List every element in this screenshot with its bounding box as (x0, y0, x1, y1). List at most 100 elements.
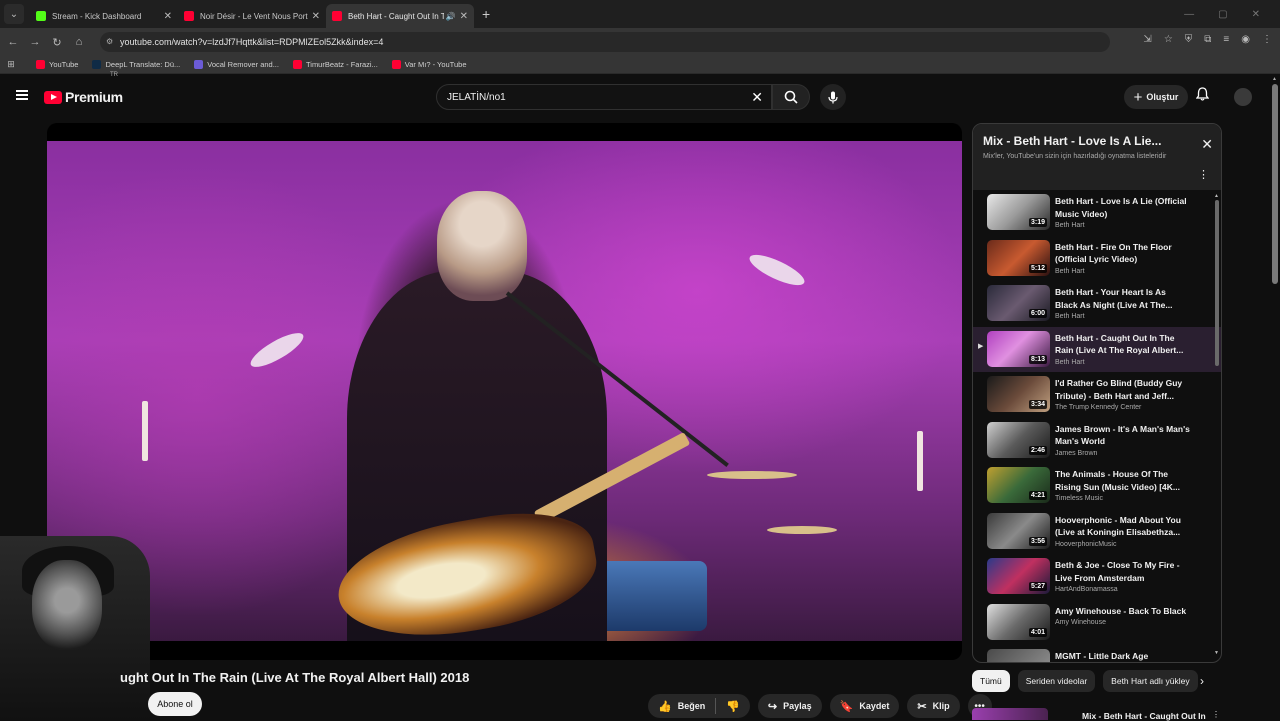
page-scrollbar[interactable] (1272, 84, 1278, 284)
bookmark-star-icon[interactable]: ☆ (1164, 34, 1173, 45)
search-input[interactable]: JELATİN/no1 ✕ (436, 84, 772, 110)
playlist-thumbnail[interactable]: 3:34 (987, 376, 1050, 412)
search-icon (784, 90, 798, 104)
page-scroll-up-icon[interactable]: ▲ (1272, 76, 1277, 82)
plus-icon: + (1133, 88, 1143, 106)
duration-badge: 5:27 (1028, 582, 1047, 591)
playlist-scrollbar[interactable] (1215, 200, 1219, 366)
playlist-thumbnail[interactable]: 3:19 (987, 194, 1050, 230)
playlist-item[interactable]: 4:01 Amy Winehouse - Back To Black Amy Win… (973, 600, 1221, 646)
account-avatar[interactable] (1234, 88, 1252, 106)
playlist-item-text: Beth Hart - Your Heart Is As Black As Ni… (1055, 286, 1190, 320)
url-field[interactable]: ⚙ youtube.com/watch?v=lzdJf7Hqttk&list=R… (100, 32, 1110, 52)
tab-search-button[interactable]: ⌄ (4, 4, 24, 24)
tab-title: Noir Désir - Le Vent Nous Porte (200, 11, 308, 21)
playlist-thumbnail[interactable]: 8:13 (987, 330, 1050, 367)
close-tab-icon[interactable]: ✕ (460, 11, 468, 22)
subscribe-button[interactable]: Abone ol (148, 692, 202, 716)
bookmark-favicon-icon (92, 60, 102, 69)
reload-icon[interactable]: ↻ (46, 36, 68, 49)
playlist-item[interactable]: 3:34 I'd Rather Go Blind (Buddy Guy Tribu… (973, 372, 1221, 418)
bookmark-item[interactable]: Var Mı? - YouTube (391, 60, 467, 69)
bookmark-item[interactable]: Vocal Remover and... (194, 60, 279, 69)
playlist-thumbnail[interactable]: 6:00 (987, 285, 1050, 321)
forward-icon[interactable]: → (24, 36, 46, 48)
like-dislike-group: 👍 Beğen 👎 (648, 694, 750, 718)
voice-search-button[interactable] (820, 84, 846, 110)
browser-menu-icon[interactable]: ⋮ (1262, 34, 1272, 45)
logo-text: Premium (65, 89, 123, 105)
new-tab-button[interactable]: + (482, 6, 490, 22)
clear-search-icon[interactable]: ✕ (751, 89, 763, 106)
install-app-icon[interactable]: ⇲ (1143, 34, 1151, 45)
close-icon[interactable]: ✕ (1201, 136, 1213, 153)
playlist-item[interactable]: 6:00 Beth Hart - Your Heart Is As Black A… (973, 281, 1221, 327)
video-frame[interactable] (47, 141, 962, 653)
close-window-button[interactable]: ✕ (1252, 9, 1260, 20)
minimize-button[interactable]: — (1184, 9, 1194, 20)
video-player[interactable] (47, 123, 962, 660)
close-tab-icon[interactable]: ✕ (312, 11, 320, 22)
browser-tab[interactable]: Stream - Kick Dashboard ✕ (30, 4, 178, 28)
share-icon: ↪ (767, 700, 778, 713)
playlist-item-title: The Animals - House Of The Rising Sun (M… (1055, 469, 1180, 492)
search-button[interactable] (772, 84, 810, 110)
shield-icon[interactable]: ⛨ (1185, 34, 1193, 45)
clip-button[interactable]: ✂ Klip (907, 694, 960, 718)
playlist-thumbnail[interactable]: 5:12 (987, 239, 1050, 276)
next-more-icon[interactable]: ⋮ (1212, 710, 1220, 719)
menu-icon[interactable] (16, 90, 28, 100)
playlist-item[interactable]: 3:56 Hooverphonic - Mad About You (Live a… (973, 509, 1221, 555)
next-thumbnail[interactable] (972, 708, 1048, 720)
apps-grid-icon[interactable]: ⊞ (0, 59, 22, 70)
browser-tab[interactable]: Noir Désir - Le Vent Nous Porte ✕ (178, 4, 326, 28)
browser-tab[interactable]: Beth Hart - Caught Out In T 🔊 ✕ (326, 4, 474, 28)
chevron-right-icon[interactable]: › (1200, 674, 1204, 688)
playlist-item[interactable]: ▶ 8:13 Beth Hart - Caught Out In The Rain … (973, 326, 1221, 372)
profile-icon[interactable]: ◉ (1241, 34, 1250, 45)
webcam-face (32, 560, 102, 650)
bookmark-item[interactable]: YouTube (36, 60, 78, 69)
youtube-logo[interactable]: Premium (44, 89, 123, 105)
share-button[interactable]: ↪ Paylaş (757, 694, 822, 718)
playlist-thumbnail[interactable]: 4:01 (987, 603, 1050, 640)
playlist-more-icon[interactable]: ⋮ (1198, 168, 1209, 181)
bookmark-item[interactable]: DeepL Translate: Dü... (92, 60, 180, 69)
maximize-button[interactable]: ▢ (1218, 9, 1227, 20)
close-tab-icon[interactable]: ✕ (164, 11, 172, 22)
playlist-item[interactable]: 4:21 The Animals - House Of The Rising Su… (973, 463, 1221, 509)
playlist-item-title: Beth Hart - Caught Out In The Rain (Live… (1055, 332, 1184, 356)
save-button[interactable]: 🔖 Kaydet (829, 694, 900, 718)
playlist-item[interactable]: 3:19 Beth Hart - Love Is A Lie (Official … (973, 190, 1221, 236)
tab-audio-icon[interactable]: 🔊 (446, 12, 456, 21)
filter-chips: Tümü Seriden videolar Beth Hart adlı yükle… (972, 670, 1198, 692)
playlist-item[interactable]: 5:12 Beth Hart - Fire On The Floor (Offic… (973, 236, 1221, 282)
filter-chip[interactable]: Tümü (972, 670, 1010, 692)
playlist-item-text: The Animals - House Of The Rising Sun (M… (1055, 468, 1190, 502)
home-icon[interactable]: ⌂ (68, 36, 90, 48)
playlist-thumbnail[interactable]: 3:56 (987, 512, 1050, 549)
back-icon[interactable]: ← (2, 36, 24, 48)
playlist-item[interactable]: 2:46 James Brown - It's A Man's Man's Man… (973, 418, 1221, 464)
playlist-thumbnail[interactable] (987, 649, 1050, 662)
playlist-thumbnail[interactable]: 4:21 (987, 467, 1050, 503)
scroll-up-arrow-icon[interactable]: ▲ (1214, 193, 1219, 199)
playlist-title[interactable]: Mix - Beth Hart - Love Is A Lie... (983, 134, 1183, 148)
notifications-bell-icon[interactable] (1195, 87, 1210, 104)
next-recommendation[interactable]: Mix - Beth Hart - Caught Out In ⋮ (972, 708, 1222, 721)
playlist-thumbnail[interactable]: 2:46 (987, 421, 1050, 458)
playlist-thumbnail[interactable]: 5:27 (987, 558, 1050, 594)
media-control-icon[interactable]: ≡ (1223, 34, 1229, 45)
playlist-item[interactable]: 5:27 Beth & Joe - Close To My Fire - Live… (973, 554, 1221, 600)
create-button[interactable]: + Oluştur (1124, 85, 1188, 109)
extensions-icon[interactable]: ⧉ (1204, 34, 1211, 45)
site-info-icon[interactable]: ⚙ (106, 37, 113, 46)
scroll-down-arrow-icon[interactable]: ▼ (1214, 650, 1219, 656)
filter-chip[interactable]: Beth Hart adlı yükley (1103, 670, 1198, 692)
duration-badge: 4:01 (1028, 627, 1047, 637)
playlist-item[interactable]: MGMT - Little Dark Age (973, 645, 1221, 662)
bookmark-item[interactable]: TimurBeatz - Farazi... (292, 60, 378, 69)
like-button[interactable]: 👍 Beğen (648, 694, 715, 718)
filter-chip[interactable]: Seriden videolar (1017, 670, 1096, 692)
dislike-button[interactable]: 👎 (716, 694, 750, 718)
